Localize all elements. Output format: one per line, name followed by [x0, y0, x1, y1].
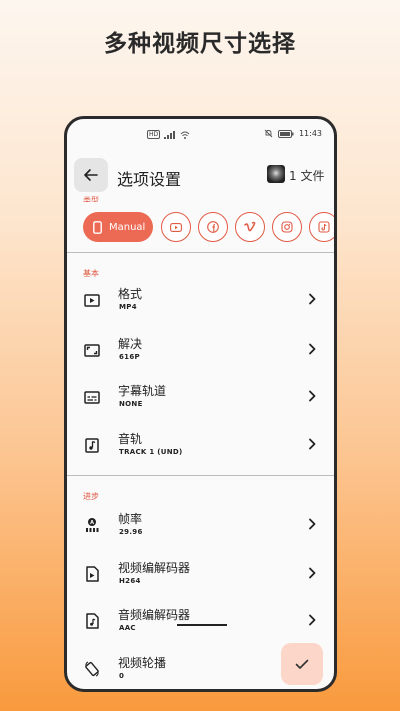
chevron-right-icon	[309, 567, 316, 579]
video-codec-value: H264	[119, 577, 141, 585]
phone-frame: HD 11:43 选项设置 1 文件 类型 Manual 基本 格式 MP4 解…	[64, 116, 337, 692]
instagram-preset-chip[interactable]	[272, 212, 302, 242]
status-time: 11:43	[298, 129, 322, 138]
divider	[67, 475, 334, 476]
subtitles-icon	[84, 390, 100, 404]
frame-rate-value: 29.96	[119, 528, 143, 536]
confirm-button[interactable]	[281, 643, 323, 685]
advanced-section-label: 进步	[83, 492, 99, 501]
subtitle-track-title: 字幕轨道	[118, 384, 167, 398]
video-rotation-value: 0	[119, 672, 125, 680]
youtube-icon	[170, 222, 182, 232]
chevron-right-icon	[309, 518, 316, 530]
resolution-title: 解决	[118, 337, 143, 351]
rotate-icon	[85, 661, 99, 677]
manual-preset-chip[interactable]: Manual	[83, 212, 153, 242]
video-codec-row[interactable]: 视频编解码器 H264	[67, 551, 334, 599]
signal-icon	[164, 130, 176, 139]
format-title: 格式	[118, 287, 143, 301]
back-button[interactable]	[74, 158, 108, 192]
music-note-icon	[85, 437, 99, 453]
hd-badge: HD	[147, 130, 161, 139]
frame-rate-icon: A	[86, 518, 99, 532]
youtube-preset-chip[interactable]	[161, 212, 191, 242]
audio-codec-title: 音频编解码器	[118, 608, 191, 622]
audio-codec-value: AAC	[119, 624, 136, 632]
files-count[interactable]: 1 文件	[289, 167, 324, 184]
chevron-right-icon	[309, 293, 316, 305]
chevron-right-icon	[309, 390, 316, 402]
facebook-preset-chip[interactable]	[198, 212, 228, 242]
type-section-label: 类型	[83, 196, 99, 202]
chevron-right-icon	[309, 438, 316, 450]
preset-chip-row: Manual	[83, 212, 334, 244]
frame-rate-row[interactable]: A 帧率 29.96	[67, 502, 334, 550]
audio-codec-row[interactable]: 音频编解码器 AAC	[67, 598, 334, 646]
chevron-right-icon	[309, 343, 316, 355]
tiktok-icon	[318, 221, 330, 233]
aspect-ratio-icon	[84, 343, 100, 357]
arrow-left-icon	[84, 169, 98, 181]
wifi-icon	[180, 131, 190, 139]
mute-bell-icon	[264, 129, 273, 138]
video-file-icon	[85, 566, 99, 582]
check-icon	[295, 659, 309, 669]
facebook-icon	[207, 221, 219, 233]
video-play-icon	[84, 293, 100, 307]
audio-track-row[interactable]: 音轨 TRACK 1 (UND)	[67, 422, 334, 470]
chevron-right-icon	[309, 614, 316, 626]
subtitle-track-value: NONE	[119, 400, 143, 408]
text-underline	[177, 624, 227, 626]
manual-chip-label: Manual	[109, 221, 146, 233]
divider	[67, 252, 334, 253]
format-row[interactable]: 格式 MP4	[67, 277, 334, 325]
tiktok-preset-chip[interactable]	[309, 212, 334, 242]
video-codec-title: 视频编解码器	[118, 561, 191, 575]
subtitle-track-row[interactable]: 字幕轨道 NONE	[67, 374, 334, 422]
phone-icon	[93, 220, 102, 234]
vimeo-icon	[244, 221, 256, 232]
video-rotation-title: 视频轮播	[118, 656, 167, 670]
page-title: 选项设置	[117, 170, 182, 189]
audio-track-title: 音轨	[118, 432, 143, 446]
resolution-row[interactable]: 解决 616P	[67, 327, 334, 375]
audio-track-value: TRACK 1 (UND)	[119, 448, 183, 456]
battery-icon	[277, 129, 294, 138]
frame-rate-title: 帧率	[118, 512, 143, 526]
app-bar: 选项设置 1 文件	[67, 155, 334, 195]
svg-text:A: A	[90, 520, 94, 526]
resolution-value: 616P	[119, 353, 140, 361]
instagram-icon	[281, 221, 293, 233]
status-bar: HD 11:43	[67, 119, 334, 145]
promo-title: 多种视频尺寸选择	[104, 31, 296, 57]
format-value: MP4	[119, 303, 137, 311]
vimeo-preset-chip[interactable]	[235, 212, 265, 242]
audio-file-icon	[85, 613, 99, 629]
video-thumbnail[interactable]	[267, 165, 285, 183]
